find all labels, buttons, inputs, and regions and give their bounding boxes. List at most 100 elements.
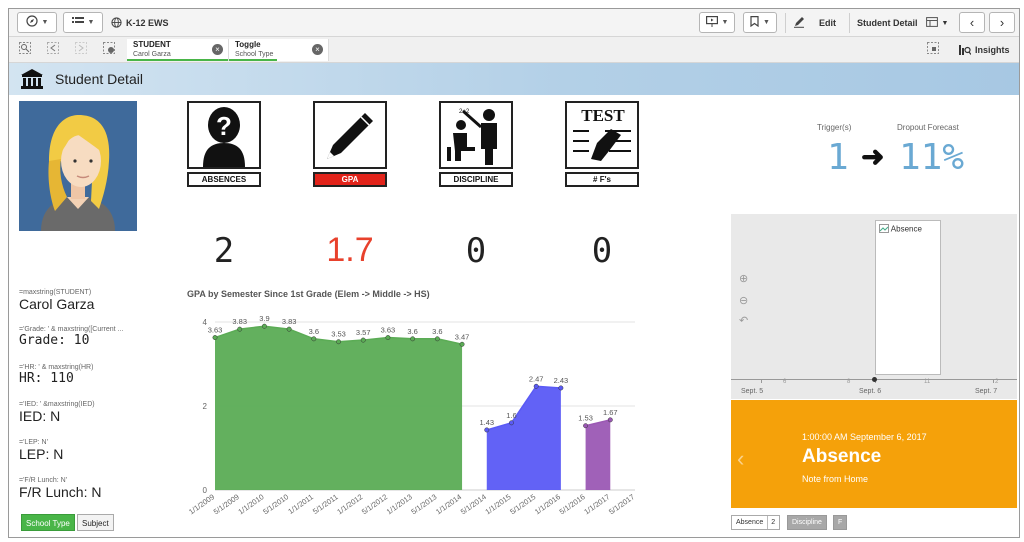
series-area-3[interactable] [585,419,611,490]
data-point[interactable] [459,341,465,347]
student-avatar [19,101,137,231]
kpi-value-fs: 0 [591,231,613,271]
axis-tick [761,379,762,383]
x-tick-label: 1/1/2009 [187,492,216,516]
edit-button[interactable]: Edit [793,9,836,37]
navigation-menu-button[interactable]: ▼ [17,12,57,33]
x-tick-label: 1/1/2010 [236,492,265,516]
data-label: 2.47 [529,374,544,383]
field-expression: ='F/R Lunch: N' [19,477,67,484]
x-tick-label: 5/1/2014 [459,492,488,516]
data-point[interactable] [484,427,490,433]
data-point[interactable] [533,383,539,389]
clear-all-icon[interactable] [103,42,115,57]
data-label: 1.53 [578,414,593,423]
data-point[interactable] [360,337,366,343]
series-area-2[interactable] [486,386,561,490]
step-forward-icon[interactable] [75,42,87,57]
school-type-button[interactable]: School Type [21,514,75,531]
smart-search-icon[interactable] [19,42,31,57]
insights-button[interactable]: Insights [959,37,1010,63]
previous-sheet-button[interactable]: ‹ [959,12,985,33]
zoom-in-icon[interactable]: ⊕ [739,272,748,285]
kpi-value-absences: 2 [213,231,235,271]
next-sheet-button[interactable]: › [989,12,1015,33]
data-point[interactable] [583,423,589,429]
reset-icon[interactable]: ↶ [739,314,748,327]
data-label: 3.63 [381,326,396,335]
edit-label: Edit [819,18,836,28]
data-point[interactable] [385,335,391,340]
field-expression: =maxstring(STUDENT) [19,289,92,296]
data-label: 1.43 [479,418,494,427]
chevron-left-icon: ‹ [969,15,975,30]
axis-minor-label: 2 [995,379,999,385]
data-point[interactable] [410,336,416,342]
discipline-icon: 2+2 [439,101,513,169]
timeline-panel[interactable]: ⊕ ⊖ ↶ Absence 6 8 11 2 Sept. 5 Sept. 6 S… [731,214,1017,399]
event-detail-panel: ‹ 1:00:00 AM September 6, 2017 Absence N… [731,400,1017,508]
x-tick-label: 5/1/2017 [607,492,636,516]
list-icon [71,16,84,29]
series-area-1[interactable] [215,326,463,490]
field-value: Grade: 10 [19,333,90,348]
clear-selection-icon[interactable]: × [212,44,223,55]
svg-text:?: ? [216,111,232,141]
fr-lunch-field: ='F/R Lunch: N' F/R Lunch: N [19,477,101,500]
tab-label: Absence [736,519,764,526]
x-tick-label: 1/1/2014 [434,492,463,516]
chart-title: GPA by Semester Since 1st Grade (Elem ->… [187,289,430,299]
kpi-value-discipline: 0 [465,231,487,271]
x-tick-label: 5/1/2011 [311,492,340,516]
timeline-card-label: Absence [890,224,922,234]
gpa-area-chart[interactable]: 0243.633.83 3.9 3.833.6 3.53 3.57 3.63 3.6 3.63… [179,304,645,538]
data-point[interactable] [311,336,317,342]
page-title: Student Detail [55,71,143,87]
globe-icon [111,16,122,30]
bookmark-button[interactable]: ▼ [743,12,777,33]
clear-selection-icon[interactable]: × [312,44,323,55]
presentation-button[interactable]: ▼ [699,12,735,33]
data-point[interactable] [558,385,564,391]
selection-chip-toggle[interactable]: Toggle School Type × [229,39,329,61]
app-title[interactable]: K-12 EWS [111,9,169,37]
field-value: LEP: N [19,446,64,462]
filter-tab-f[interactable]: F [833,515,848,530]
field-expression: ='LEP: N' [19,439,48,446]
axis-tick [993,379,994,383]
data-point[interactable] [261,323,267,329]
step-back-icon[interactable] [47,42,59,57]
field-expression: ='HR: ' & maxstring(HR) [19,364,94,371]
selection-tool-icon[interactable] [927,42,939,57]
subject-button[interactable]: Subject [77,514,114,531]
axis-date-label: Sept. 7 [975,388,998,395]
kpi-label-fs: # F's [565,172,639,187]
zoom-out-icon[interactable]: ⊖ [739,294,748,307]
insights-label: Insights [975,45,1010,55]
chevron-left-icon[interactable]: ‹ [737,446,744,472]
gpa-icon [313,101,387,169]
filter-tab-discipline[interactable]: Discipline [787,515,827,530]
data-point[interactable] [286,326,292,332]
data-label: 1.6 [506,411,516,420]
chevron-right-icon: › [999,15,1005,30]
timeline-event-card[interactable]: Absence [875,220,941,375]
field-value: F/R Lunch: N [19,484,102,500]
global-menu-button[interactable]: ▼ [63,12,103,33]
data-point[interactable] [607,417,613,423]
x-tick-label: 5/1/2016 [558,492,587,516]
data-point[interactable] [434,336,440,342]
data-point[interactable] [509,420,514,426]
x-tick-label: 5/1/2012 [360,492,389,516]
data-point[interactable] [212,335,218,340]
selection-chip-student[interactable]: STUDENT Carol Garza × [127,39,229,61]
axis-minor-label: 11 [924,379,931,385]
filter-tab-absence[interactable]: Absence 2 [731,515,781,530]
data-label: 3.47 [455,332,470,341]
sheet-menu[interactable]: Student Detail ▼ [857,9,948,37]
broken-image-icon [879,224,889,235]
data-point[interactable] [237,326,243,332]
x-tick-label: 5/1/2015 [508,492,537,516]
data-point[interactable] [336,339,341,345]
hr-field: ='HR: ' & maxstring(HR) HR: 110 [19,364,93,386]
